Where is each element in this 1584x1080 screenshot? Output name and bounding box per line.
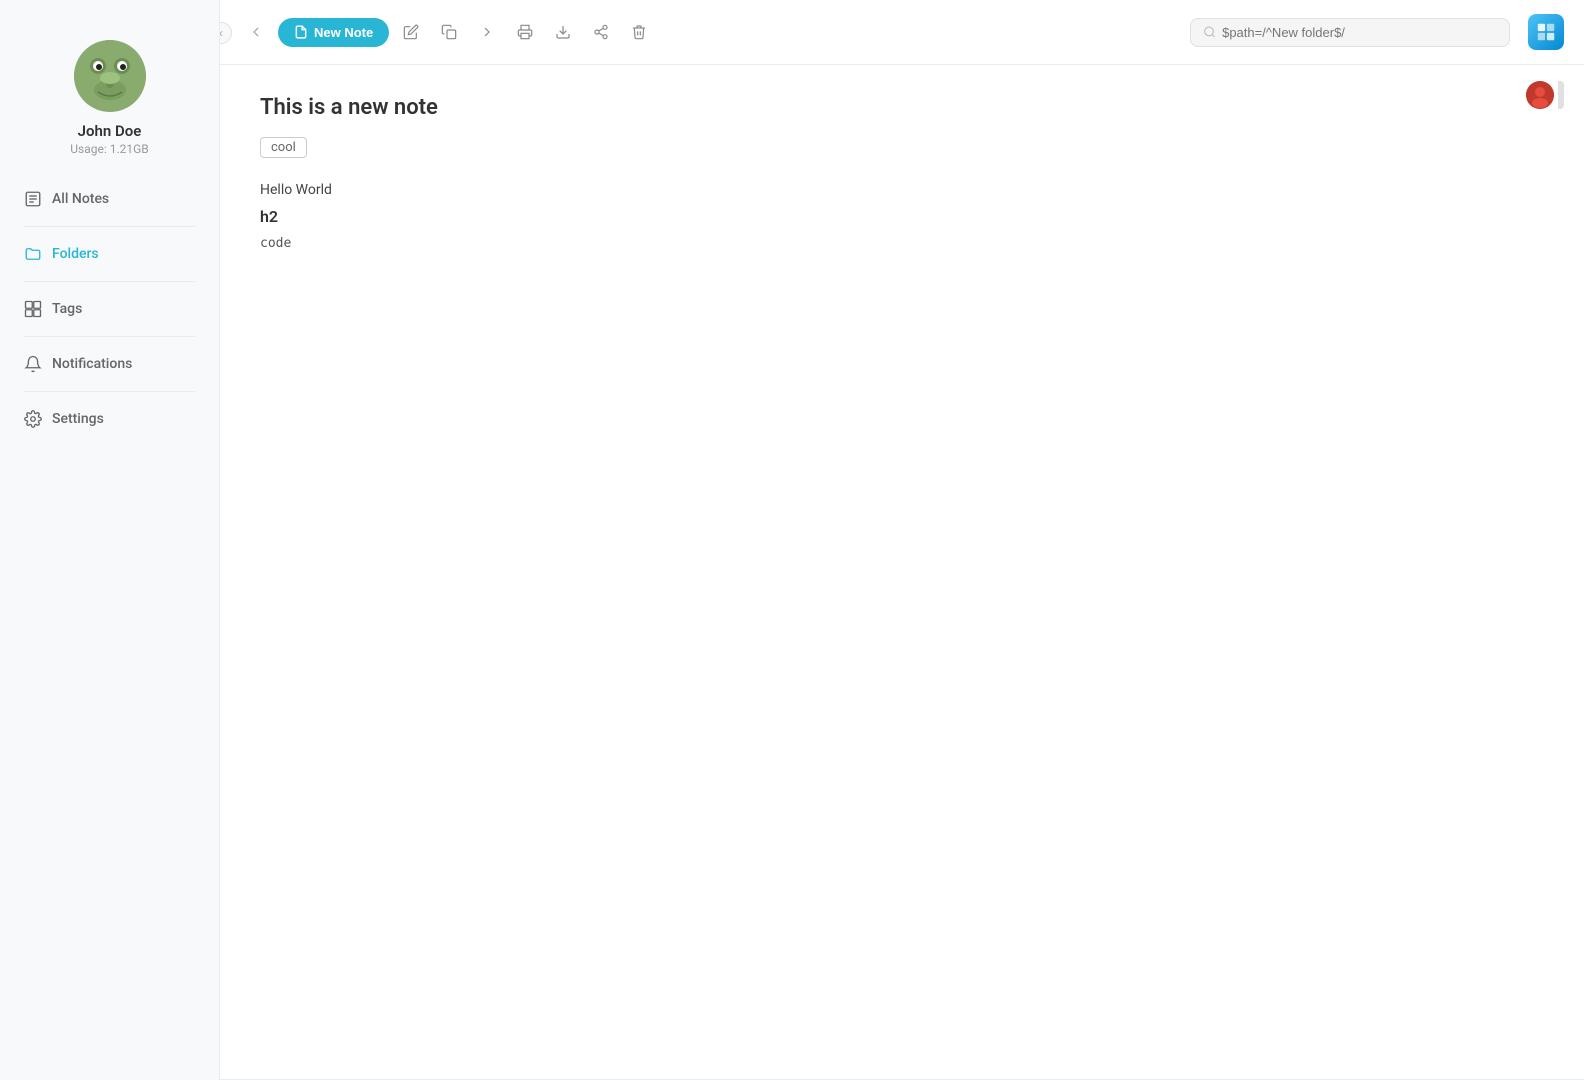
note-area[interactable]: This is a new note cool Hello World h2 c…	[220, 65, 1584, 1080]
share-right-button[interactable]	[471, 16, 503, 48]
sidebar-item-label-folders: Folders	[52, 246, 99, 262]
sidebar-item-label-notifications: Notifications	[52, 356, 132, 372]
nav-section: All Notes Folders Tags	[0, 180, 219, 1060]
print-button[interactable]	[509, 16, 541, 48]
sidebar-item-tags[interactable]: Tags	[12, 290, 207, 328]
user-name: John Doe	[78, 122, 142, 140]
search-input[interactable]	[1222, 25, 1497, 40]
search-bar[interactable]	[1190, 18, 1510, 47]
note-line-1: Hello World	[260, 178, 1544, 203]
sidebar-item-label-tags: Tags	[52, 301, 82, 317]
collaborator-avatar-1	[1526, 81, 1554, 109]
note-title: This is a new note	[260, 95, 1544, 120]
edit-button[interactable]	[395, 16, 427, 48]
settings-icon	[24, 410, 42, 428]
note-line-3: code	[260, 232, 1544, 255]
main-content: ‹ New Note	[220, 0, 1584, 1080]
collaborator-toggle	[1558, 81, 1564, 109]
delete-button[interactable]	[623, 16, 655, 48]
sidebar-item-notifications[interactable]: Notifications	[12, 345, 207, 383]
sidebar-item-folders[interactable]: Folders	[12, 235, 207, 273]
search-icon	[1203, 25, 1216, 39]
toolbar: New Note	[220, 0, 1584, 65]
copy-button[interactable]	[433, 16, 465, 48]
tags-icon	[24, 300, 42, 318]
collaborator-avatars	[1526, 81, 1564, 109]
share-button[interactable]	[585, 16, 617, 48]
nav-divider-3	[24, 336, 195, 337]
note-line-2: h2	[260, 203, 1544, 232]
sidebar-item-settings[interactable]: Settings	[12, 400, 207, 438]
sidebar: John Doe Usage: 1.21GB All Notes Fol	[0, 0, 220, 1080]
notifications-icon	[24, 355, 42, 373]
folders-icon	[24, 245, 42, 263]
nav-divider-4	[24, 391, 195, 392]
app-icon	[1528, 14, 1564, 50]
user-section: John Doe Usage: 1.21GB	[0, 20, 219, 180]
nav-divider-1	[24, 226, 195, 227]
notes-icon	[24, 190, 42, 208]
sidebar-item-all-notes[interactable]: All Notes	[12, 180, 207, 218]
app-logo-icon	[1535, 21, 1557, 43]
sidebar-item-label-settings: Settings	[52, 411, 104, 427]
note-body: Hello World h2 code	[260, 178, 1544, 255]
toolbar-left: New Note	[240, 16, 655, 48]
download-button[interactable]	[547, 16, 579, 48]
user-usage: Usage: 1.21GB	[70, 142, 149, 156]
avatar	[74, 40, 146, 112]
back-button[interactable]	[240, 16, 272, 48]
new-note-label: New Note	[314, 25, 373, 40]
new-note-button[interactable]: New Note	[278, 18, 389, 47]
sidebar-item-label-all-notes: All Notes	[52, 191, 109, 207]
collab-avatar-icon	[1526, 81, 1554, 109]
nav-divider-2	[24, 281, 195, 282]
note-tag[interactable]: cool	[260, 137, 307, 158]
